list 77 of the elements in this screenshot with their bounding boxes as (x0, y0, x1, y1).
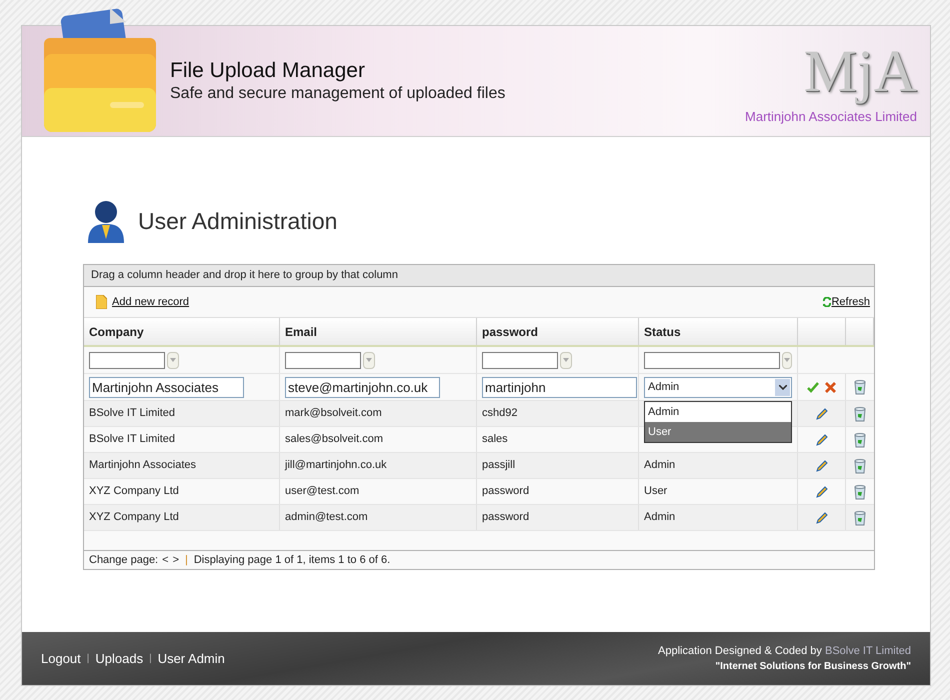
document-icon (96, 295, 107, 309)
table-cell-text: passjill (482, 458, 516, 474)
separator: | (86, 652, 90, 666)
recycle-bin-icon[interactable] (852, 432, 868, 448)
user-icon (86, 199, 126, 243)
previous-page-link[interactable]: < (162, 552, 169, 568)
table-cell-text: user@test.com (285, 484, 360, 500)
app-title: File Upload Manager (170, 58, 366, 84)
pencil-icon[interactable] (814, 432, 828, 446)
table-cell-text: password (482, 510, 530, 526)
company-name: Martinjohn Associates Limited (745, 108, 917, 126)
filter-field[interactable] (285, 352, 361, 368)
table-cell-text: cshd92 (482, 406, 518, 422)
separator: | (149, 652, 152, 666)
table-cell-text: jill@martinjohn.co.uk (285, 458, 387, 474)
filter-field[interactable] (644, 352, 780, 368)
caret-icon (366, 358, 372, 362)
next-page-link[interactable]: > (172, 552, 179, 568)
recycle-bin-icon[interactable] (852, 379, 868, 395)
caret-icon (784, 358, 790, 362)
table-cell-text: BSolve IT Limited (89, 406, 176, 422)
dropdown-button[interactable] (560, 352, 572, 368)
add-record-link[interactable]: Add new record (112, 294, 190, 310)
table-cell-text: XYZ Company Ltd (89, 484, 179, 500)
pager-info: Displaying page 1 of 1, items 1 to 6 of 6. (194, 552, 390, 568)
caret-icon (170, 358, 176, 362)
page-title: User Administration (138, 206, 338, 236)
credit-text: Application Designed & Coded by BSolve IT Limited (658, 644, 911, 658)
caret-icon (563, 358, 569, 362)
footer-link[interactable]: Uploads (95, 648, 144, 668)
table-cell-text: BSolve IT Limited (89, 432, 176, 448)
pencil-icon[interactable] (814, 510, 828, 524)
footer-link[interactable]: Logout (41, 648, 81, 668)
table-cell-text: Admin (644, 458, 676, 474)
table-cell-text: Martinjohn Associates (89, 458, 196, 474)
column-header[interactable]: password (477, 318, 639, 345)
table-cell-text: sales@bsolveit.com (285, 432, 383, 448)
table-cell-text: password (482, 484, 530, 500)
company-logo: MjA (804, 37, 917, 106)
credit-link[interactable]: BSolve IT Limited (824, 644, 911, 656)
refresh-icon[interactable] (823, 297, 832, 307)
separator: | (185, 552, 188, 568)
footer-link[interactable]: User Admin (158, 648, 225, 668)
pager-label: Change page: (89, 552, 158, 568)
close-icon[interactable] (825, 382, 836, 392)
filter-field[interactable] (482, 352, 558, 368)
refresh-link[interactable]: Refresh (831, 294, 870, 310)
filter-field[interactable] (89, 352, 165, 368)
pencil-icon[interactable] (814, 458, 828, 472)
chevron-down-icon (778, 384, 786, 390)
recycle-bin-icon[interactable] (852, 484, 868, 500)
recycle-bin-icon[interactable] (852, 458, 868, 474)
table-cell-text: admin@test.com (285, 510, 368, 526)
recycle-bin-icon[interactable] (852, 406, 868, 422)
dropdown-option[interactable]: User (645, 422, 791, 442)
dropdown-button[interactable] (363, 352, 375, 368)
edit-field[interactable]: Martinjohn Associates (89, 376, 244, 398)
table-cell-text: Admin (644, 510, 676, 526)
recycle-bin-icon[interactable] (852, 510, 868, 526)
dropdown-button[interactable] (782, 352, 792, 368)
group-hint: Drag a column header and drop it here to group by that column (91, 268, 398, 284)
tagline: "Internet Solutions for Business Growth" (715, 660, 911, 674)
pencil-icon[interactable] (814, 406, 828, 420)
column-header[interactable]: Company (84, 318, 280, 345)
pencil-icon[interactable] (814, 484, 828, 498)
column-header[interactable]: Status (639, 318, 798, 345)
status-select[interactable]: Admin (644, 376, 792, 398)
table-cell-text: mark@bsolveit.com (285, 406, 382, 422)
edit-field[interactable]: martinjohn (482, 376, 637, 398)
column-header[interactable]: Email (280, 318, 477, 345)
table-cell-text: XYZ Company Ltd (89, 510, 179, 526)
table-cell-text: User (644, 484, 668, 500)
checkmark-icon[interactable] (807, 382, 819, 392)
dropdown-button[interactable] (167, 352, 179, 368)
edit-field[interactable]: steve@martinjohn.co.uk (285, 376, 440, 398)
table-cell-text: sales (482, 432, 508, 448)
app-subtitle: Safe and secure management of uploaded files (170, 84, 506, 104)
